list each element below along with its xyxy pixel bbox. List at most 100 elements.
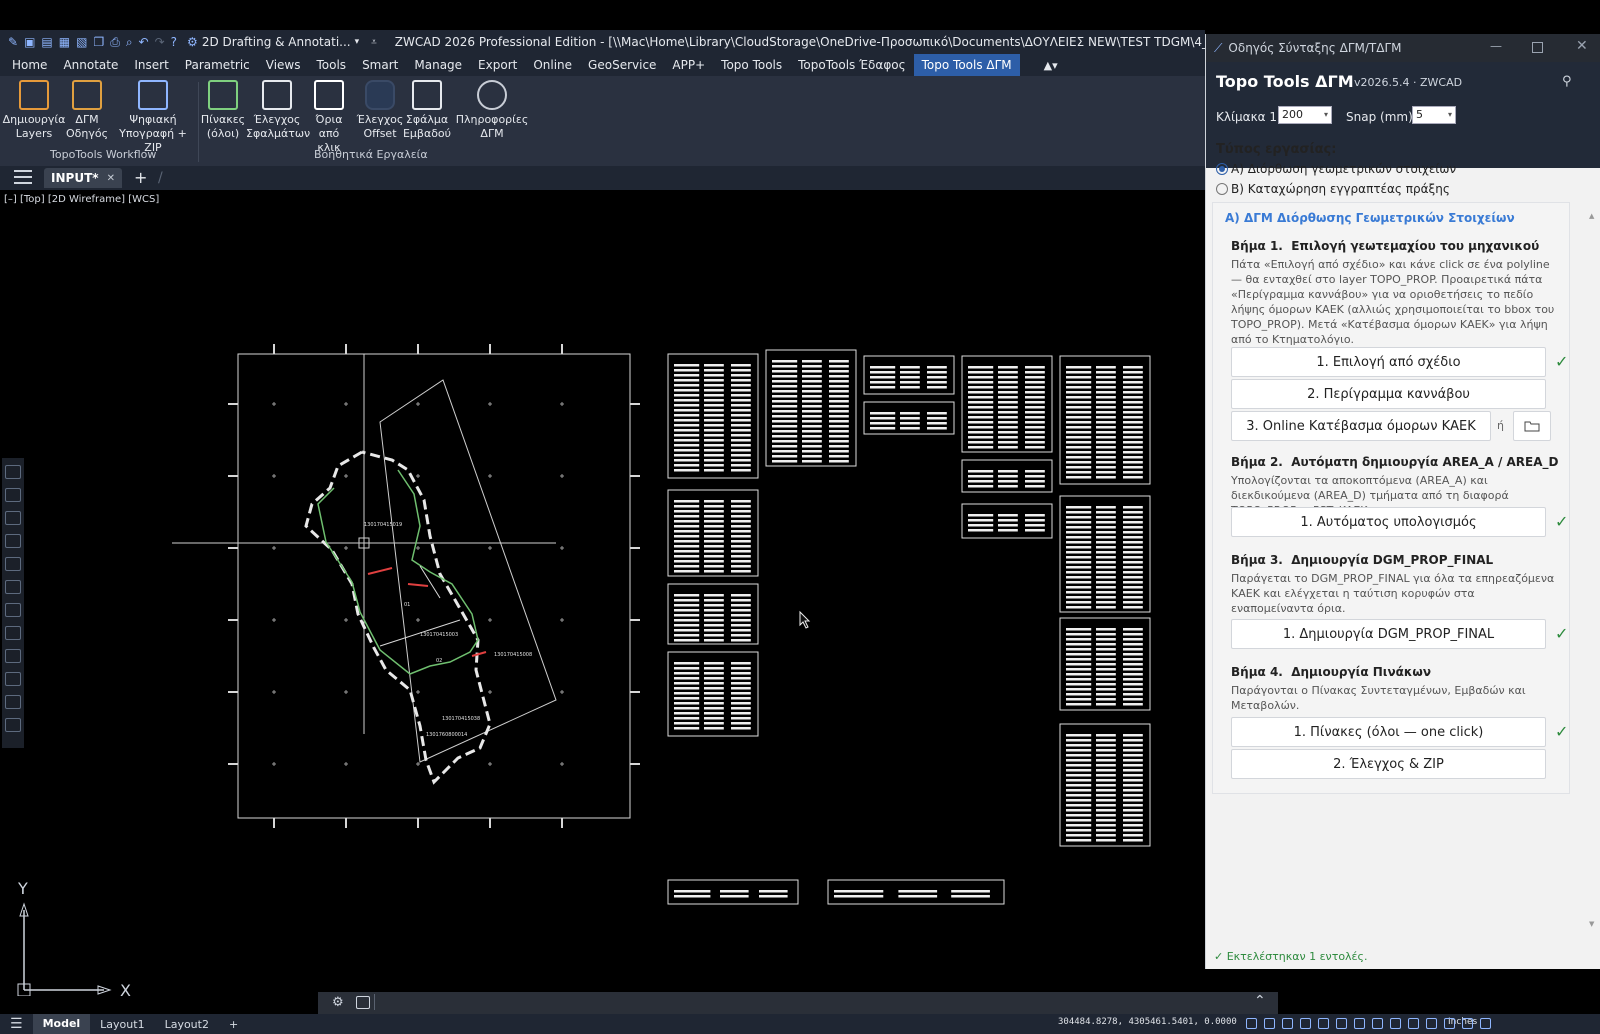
tab-4[interactable]: Views	[258, 54, 309, 76]
palette-tool-icon[interactable]	[5, 511, 21, 525]
palette-tool-icon[interactable]	[5, 465, 21, 479]
ribbon-button-6[interactable]: offset-icon ΈλεγχοςOffset	[356, 80, 404, 141]
tab-7[interactable]: Manage	[406, 54, 470, 76]
tab-9[interactable]: Online	[525, 54, 580, 76]
tab-11[interactable]: APP+	[664, 54, 713, 76]
customize-qat-icon[interactable]: ⩡	[371, 37, 377, 48]
undo-icon[interactable]: ↶	[139, 34, 149, 50]
radio-option-a[interactable]: Α) Διόρθωση γεωμετρικών στοιχείων	[1216, 162, 1456, 176]
maximize-icon[interactable]	[1532, 42, 1543, 53]
gear-icon[interactable]: ⚙	[332, 995, 344, 1010]
tab-13[interactable]: TopoTools Έδαφος	[790, 54, 913, 76]
tab-14[interactable]: Topo Tools ΔΓΜ	[913, 54, 1020, 76]
palette-tool-icon[interactable]	[5, 695, 21, 709]
ribbon-button-2[interactable]: signature-iconΨηφιακήΥπογραφή + ZIP	[110, 80, 196, 155]
status-toggle-icon[interactable]	[1336, 1018, 1347, 1029]
tab-12[interactable]: Topo Tools	[713, 54, 790, 76]
palette-tool-icon[interactable]	[5, 488, 21, 502]
open-file-icon[interactable]: ▤	[41, 34, 52, 50]
palette-tool-icon[interactable]	[5, 557, 21, 571]
save-as-icon[interactable]: ▧	[76, 34, 87, 50]
tab-8[interactable]: Export	[470, 54, 525, 76]
status-toggle-icon[interactable]	[1354, 1018, 1365, 1029]
gear-icon: ⚙	[187, 35, 198, 49]
palette-tool-icon[interactable]	[5, 534, 21, 548]
layout-tab-0[interactable]: Model	[32, 1014, 91, 1034]
scale-select[interactable]: 200 ▾	[1278, 106, 1332, 124]
add-tab-button[interactable]: +	[134, 168, 147, 187]
drawing-canvas[interactable]: 130170415019 01 130170415003 02 130170415008…	[0, 204, 1205, 1012]
panel-scrollbar[interactable]: ▲ ▼	[1589, 212, 1597, 932]
preview-icon[interactable]: ⌕	[126, 34, 133, 50]
select-from-drawing-button[interactable]: 1. Επιλογή από σχέδιο	[1231, 347, 1546, 377]
layout-tab-2[interactable]: Layout2	[155, 1018, 219, 1031]
download-kaek-button[interactable]: 3. Online Κατέβασμα όμορων ΚΑΕΚ	[1231, 411, 1491, 441]
new-file-icon[interactable]: ▣	[24, 34, 35, 50]
ribbon-button-5[interactable]: boundary-iconΌριααπό κλικ	[306, 80, 352, 155]
redo-icon[interactable]: ↷	[155, 34, 165, 50]
pin-icon[interactable]: ⚲	[1562, 74, 1572, 89]
status-toggle-icon[interactable]	[1300, 1018, 1311, 1029]
status-toggle-icon[interactable]	[1408, 1018, 1419, 1029]
radio-unchecked-icon[interactable]	[1216, 183, 1228, 195]
print-icon[interactable]: ⎙	[110, 34, 120, 50]
ribbon-button-1[interactable]: wizard-icon ΔΓΜΟδηγός	[62, 80, 112, 141]
palette-tool-icon[interactable]	[5, 649, 21, 663]
tab-6[interactable]: Smart	[354, 54, 406, 76]
workspace-selector[interactable]: ⚙ 2D Drafting & Annotati... ▾	[187, 35, 359, 49]
status-toggle-icon[interactable]	[1264, 1018, 1275, 1029]
status-toggle-icon[interactable]	[1246, 1018, 1257, 1029]
copy-icon[interactable]: ❐	[93, 34, 104, 50]
grid-outline-button[interactable]: 2. Περίγραμμα καννάβου	[1231, 379, 1546, 409]
tab-5[interactable]: Tools	[309, 54, 355, 76]
command-history-icon[interactable]	[356, 996, 370, 1009]
status-toggle-icon[interactable]	[1318, 1018, 1329, 1029]
status-toggle-icon[interactable]	[1372, 1018, 1383, 1029]
ribbon-button-3[interactable]: tables-icon Πίνακες(όλοι)	[200, 80, 246, 141]
layout-tab-1[interactable]: Layout1	[90, 1018, 154, 1031]
status-toggle-icon[interactable]	[1462, 1018, 1473, 1029]
command-line[interactable]: ⚙ ⌃	[318, 992, 1278, 1014]
snap-select[interactable]: 5 ▾	[1412, 106, 1456, 124]
status-toggle-icon[interactable]	[1426, 1018, 1437, 1029]
tab-10[interactable]: GeoService	[580, 54, 664, 76]
radio-checked-icon[interactable]	[1216, 163, 1228, 175]
app-logo-icon[interactable]: ✎	[8, 34, 18, 50]
ribbon-button-0[interactable]: layers-add-icon ΔημιουργίαLayers	[2, 80, 66, 141]
status-menu-icon[interactable]: ☰	[0, 1016, 33, 1032]
status-toggle-icon[interactable]	[1444, 1018, 1455, 1029]
create-dgm-prop-final-button[interactable]: 1. Δημιουργία DGM_PROP_FINAL	[1231, 619, 1546, 649]
chevron-up-icon[interactable]: ⌃	[1254, 993, 1266, 1009]
status-toggle-icon[interactable]	[1282, 1018, 1293, 1029]
ribbon-toggle-icon[interactable]: ▲▾	[1044, 59, 1058, 72]
palette-tool-icon[interactable]	[5, 580, 21, 594]
close-icon[interactable]: ✕	[1576, 38, 1588, 54]
chevron-down-icon[interactable]: ▼	[1589, 920, 1594, 928]
tab-input-dwg[interactable]: INPUT* ✕	[44, 168, 122, 188]
minimize-icon[interactable]: —	[1490, 39, 1502, 53]
folder-open-icon[interactable]	[1513, 411, 1551, 441]
palette-tool-icon[interactable]	[5, 672, 21, 686]
status-toggle-icon[interactable]	[1480, 1018, 1491, 1029]
save-icon[interactable]: ▦	[59, 34, 70, 50]
close-icon[interactable]: ✕	[107, 173, 115, 184]
tab-1[interactable]: Annotate	[55, 54, 126, 76]
tab-3[interactable]: Parametric	[177, 54, 258, 76]
tab-2[interactable]: Insert	[126, 54, 176, 76]
ribbon-button-8[interactable]: info-icon ΠληροφορίεςΔΓΜ	[454, 80, 530, 141]
radio-option-b[interactable]: Β) Καταχώρηση εγγραπτέας πράξης	[1216, 182, 1450, 196]
ribbon-button-7[interactable]: calculator-icon ΣφάλμαΕμβαδού	[402, 80, 452, 141]
tables-one-click-button[interactable]: 1. Πίνακες (όλοι — one click)	[1231, 717, 1546, 747]
palette-tool-icon[interactable]	[5, 626, 21, 640]
status-toggle-icon[interactable]	[1390, 1018, 1401, 1029]
check-and-zip-button[interactable]: 2. Έλεγχος & ZIP	[1231, 749, 1546, 779]
palette-tool-icon[interactable]	[5, 718, 21, 732]
chevron-up-icon[interactable]: ▲	[1589, 212, 1594, 220]
auto-calculate-button[interactable]: 1. Αυτόματος υπολογισμός	[1231, 507, 1546, 537]
menu-icon[interactable]	[14, 170, 32, 184]
palette-tool-icon[interactable]	[5, 603, 21, 617]
tab-0[interactable]: Home	[4, 54, 55, 76]
layout-tab-3[interactable]: +	[219, 1018, 248, 1031]
ribbon-button-4[interactable]: error-check-icon ΈλεγχοςΣφαλμάτων	[246, 80, 310, 141]
help-icon[interactable]: ?	[171, 34, 177, 50]
